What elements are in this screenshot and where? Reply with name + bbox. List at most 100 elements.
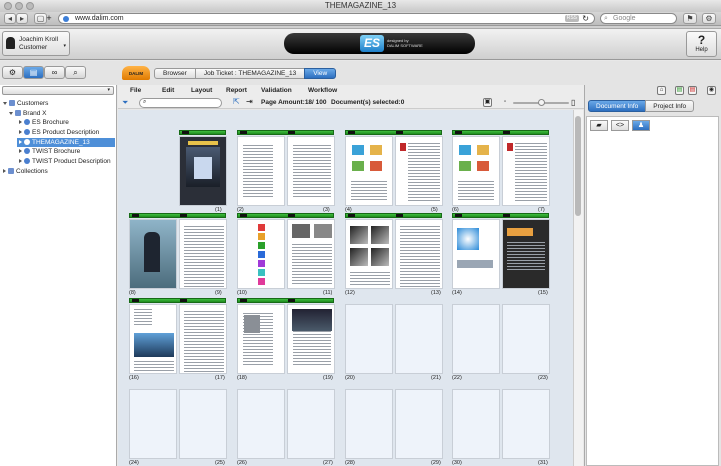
text-line [293, 364, 331, 365]
folder-icon [15, 110, 21, 117]
page-thumbnail[interactable] [287, 389, 335, 459]
page-thumbnail[interactable] [345, 219, 393, 289]
page-thumbnail[interactable] [502, 219, 550, 289]
text-line [351, 187, 387, 188]
tree-item-twist-brochure[interactable]: TWIST Brochure [19, 147, 84, 156]
page-thumbnail[interactable] [287, 136, 335, 206]
text-line [293, 169, 331, 170]
zoom-slider-thumb[interactable] [538, 99, 545, 106]
page-thumbnail[interactable] [502, 304, 550, 374]
browser-search-input[interactable]: ⌕ Google [600, 13, 677, 24]
crumb-browser[interactable]: Browser [154, 68, 196, 79]
page-thumbnail[interactable] [179, 136, 227, 206]
folder-view-icon[interactable]: ▰ [590, 120, 608, 131]
page-thumbnail[interactable] [287, 219, 335, 289]
menu-file[interactable]: File [130, 85, 141, 97]
code-icon[interactable]: <> [611, 120, 629, 131]
tab-document-info[interactable]: Document Info [588, 100, 647, 112]
page-thumbnail[interactable] [237, 389, 285, 459]
user-menu[interactable]: Joachim Kroll Customer ▾ [2, 31, 70, 56]
page-thumbnail[interactable] [237, 304, 285, 374]
pdf-icon[interactable]: ▤ [688, 86, 697, 95]
page-thumbnail[interactable] [502, 389, 550, 459]
page-thumbnail[interactable] [395, 219, 443, 289]
help-button[interactable]: ? Help [686, 31, 717, 57]
pointer-icon[interactable]: ⇱ [233, 97, 240, 106]
bookmark-icon[interactable]: ⚑ [683, 13, 697, 24]
page-thumbnail[interactable] [452, 219, 500, 289]
binoculars-icon[interactable]: ∞ [44, 66, 65, 79]
tree-item-themagazine[interactable]: THEMAGAZINE_13 [17, 138, 115, 147]
approval-icon [240, 131, 247, 134]
last-page-icon[interactable]: ⇥ [246, 97, 253, 106]
page-thumbnail[interactable] [395, 389, 443, 459]
filter-icon[interactable]: ⏷ [122, 98, 128, 108]
text-line [293, 190, 331, 191]
page-thumbnail[interactable] [452, 389, 500, 459]
tree-filter-select[interactable]: ▾ [2, 86, 114, 95]
minimize-window-button[interactable] [15, 2, 23, 10]
menu-layout[interactable]: Layout [191, 85, 212, 97]
close-window-button[interactable] [4, 2, 12, 10]
page-thumbnail[interactable] [287, 304, 335, 374]
crumb-view[interactable]: View [304, 68, 337, 79]
text-line [243, 181, 273, 182]
zoom-window-button[interactable] [26, 2, 34, 10]
search-icon: ⌕ [143, 99, 147, 105]
person-icon[interactable]: ♟ [632, 120, 650, 131]
page-number: (26) [237, 460, 247, 466]
page-thumbnail[interactable] [345, 389, 393, 459]
text-line [184, 229, 224, 230]
tools-icon[interactable]: ⚙ [2, 66, 23, 79]
tree-item-collections[interactable]: Collections [3, 167, 52, 176]
job-icon [24, 158, 30, 165]
page-thumbnail[interactable] [179, 389, 227, 459]
page-number: (29) [431, 460, 441, 466]
page-thumbnail[interactable] [129, 219, 177, 289]
page-thumbnail[interactable] [452, 136, 500, 206]
text-line [184, 247, 224, 248]
reload-icon[interactable]: ↻ [582, 14, 589, 23]
add-tab-icon[interactable]: + [43, 14, 55, 23]
menu-workflow[interactable]: Workflow [308, 85, 337, 97]
back-button[interactable]: ◂ [4, 13, 16, 24]
grid-scrollbar-thumb[interactable] [575, 116, 581, 216]
home-icon[interactable]: ⌂ [657, 86, 666, 95]
text-line [507, 266, 545, 267]
print-icon[interactable]: ▣ [483, 98, 492, 107]
app-nav-bar [0, 61, 721, 85]
settings-icon[interactable]: ⚙ [702, 13, 716, 24]
tree-item-es-brochure[interactable]: ES Brochure [19, 118, 73, 127]
page-thumbnail[interactable] [395, 304, 443, 374]
page-thumbnail[interactable] [129, 304, 177, 374]
menu-report[interactable]: Report [226, 85, 247, 97]
tab-project-info[interactable]: Project Info [645, 100, 695, 112]
page-thumbnail[interactable] [129, 389, 177, 459]
camera-icon[interactable]: ◉ [707, 86, 716, 95]
crumb-job-ticket[interactable]: Job Ticket : THEMAGAZINE_13 [194, 68, 306, 79]
page-thumbnail[interactable] [452, 304, 500, 374]
export-green-icon[interactable]: ▤ [675, 86, 684, 95]
page-thumbnail[interactable] [237, 219, 285, 289]
search-tool-icon[interactable]: ⌕ [65, 66, 86, 79]
rss-badge[interactable]: RSS [564, 15, 579, 22]
tree-item-twist-product-description[interactable]: TWIST Product Description [19, 157, 115, 166]
page-thumbnail[interactable] [502, 136, 550, 206]
tree-item-brand-x[interactable]: Brand X [9, 109, 51, 118]
tree-item-customers[interactable]: Customers [3, 99, 52, 108]
folder-icon[interactable]: ▤ [23, 66, 44, 79]
filter-input[interactable]: ⌕ [139, 98, 222, 108]
text-line [507, 254, 545, 255]
page-thumbnail[interactable] [179, 219, 227, 289]
menu-edit[interactable]: Edit [162, 85, 174, 97]
page-thumbnail[interactable] [345, 304, 393, 374]
page-thumbnail[interactable] [395, 136, 443, 206]
forward-button[interactable]: ▸ [16, 13, 28, 24]
page-thumbnail[interactable] [237, 136, 285, 206]
page-thumbnail[interactable] [345, 136, 393, 206]
menu-validation[interactable]: Validation [261, 85, 292, 97]
page-thumbnail[interactable] [179, 304, 227, 374]
tree-item-es-product-description[interactable]: ES Product Description [19, 128, 103, 137]
url-bar[interactable]: + www.dalim.com RSS ↻ [46, 13, 595, 24]
text-line [515, 185, 547, 186]
